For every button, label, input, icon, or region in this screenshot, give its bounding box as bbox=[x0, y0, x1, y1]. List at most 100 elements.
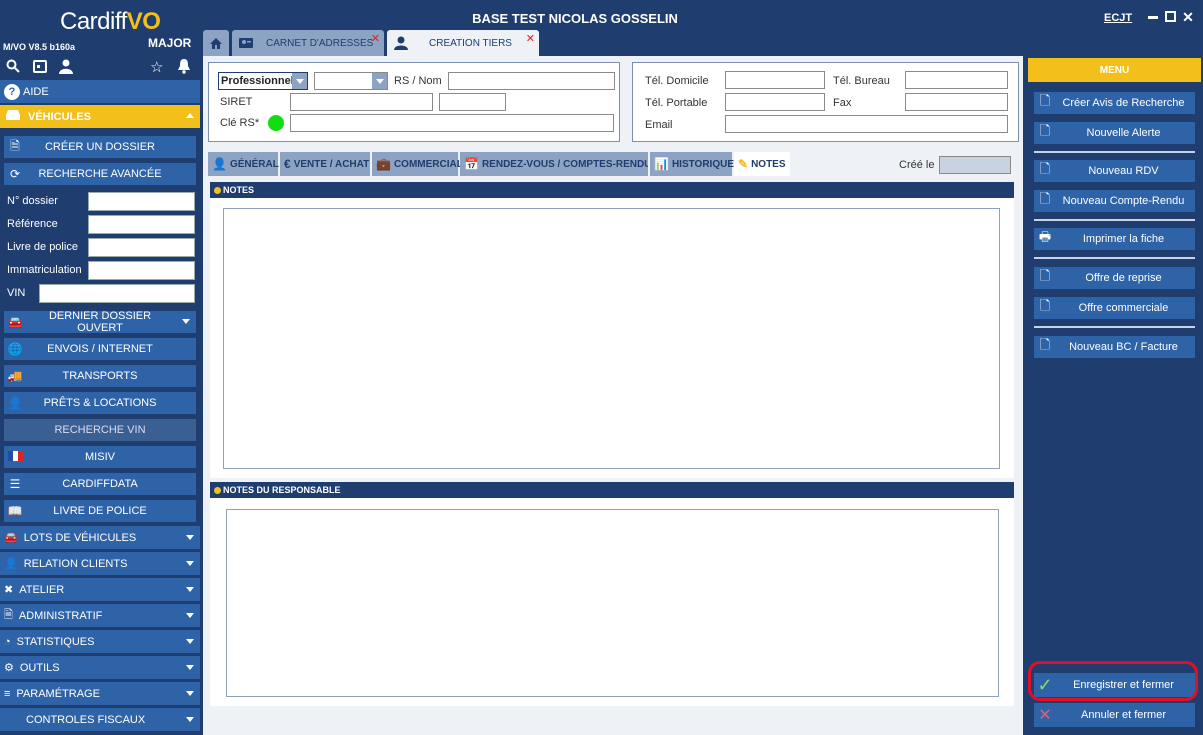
tel-bureau-input[interactable] bbox=[905, 71, 1008, 89]
chevron-down-icon bbox=[186, 639, 194, 644]
search-refresh-icon: ⟳ bbox=[9, 167, 21, 181]
tab-notes[interactable]: ✎ NOTES bbox=[734, 152, 790, 176]
pie-chart-icon: ◔ bbox=[4, 635, 11, 648]
sidebar-section-outils[interactable]: ⚙ OUTILS bbox=[0, 656, 200, 680]
siret-suffix-input[interactable] bbox=[439, 93, 506, 111]
sidebar-section-relation-clients[interactable]: 👤 RELATION CLIENTS bbox=[0, 552, 200, 576]
recherche-avancee-button[interactable]: ⟳ RECHERCHE AVANCÉE bbox=[4, 163, 196, 185]
vin-label: VIN bbox=[7, 287, 26, 299]
livre-police-input[interactable] bbox=[88, 238, 195, 257]
nouveau-rdv-button[interactable]: 🗋 Nouveau RDV bbox=[1034, 160, 1195, 182]
globe-icon: 🌐 bbox=[7, 342, 23, 356]
bullet-icon bbox=[214, 186, 221, 194]
nouveau-bc-facture-button[interactable]: 🗋 Nouveau BC / Facture bbox=[1034, 336, 1195, 358]
creer-avis-button[interactable]: 🗋 Créer Avis de Recherche bbox=[1034, 92, 1195, 114]
reference-label: Référence bbox=[7, 218, 58, 230]
sidebar-section-lots[interactable]: 🚘 LOTS DE VÉHICULES bbox=[0, 526, 200, 550]
tab-creation-tiers[interactable]: CREATION TIERS ✕ bbox=[387, 30, 539, 56]
rs-nom-input[interactable] bbox=[448, 72, 615, 90]
user-link[interactable]: ECJT bbox=[1104, 12, 1132, 24]
offre-reprise-button[interactable]: 🗋 Offre de reprise bbox=[1034, 267, 1195, 289]
add-document-icon: 🗋 bbox=[1039, 268, 1051, 283]
sliders-icon: ≡ bbox=[4, 687, 11, 700]
cle-rs-input[interactable] bbox=[290, 114, 614, 132]
highlight-annotation bbox=[1028, 661, 1198, 701]
chevron-down-icon bbox=[182, 319, 190, 324]
star-icon[interactable]: ☆ bbox=[150, 58, 163, 76]
creer-dossier-button[interactable]: 🗎 CRÉER UN DOSSIER bbox=[4, 136, 196, 158]
envois-internet-button[interactable]: 🌐 ENVOIS / INTERNET bbox=[4, 338, 196, 360]
tab-commercial[interactable]: 💼 COMMERCIAL bbox=[372, 152, 463, 176]
nouveau-compte-rendu-button[interactable]: 🗋 Nouveau Compte-Rendu bbox=[1034, 190, 1195, 212]
book-icon: 📖 bbox=[7, 504, 23, 518]
app-version: M/VO V8.5 b160a bbox=[3, 42, 76, 52]
close-icon[interactable]: ✕ bbox=[1182, 10, 1194, 24]
siret-input[interactable] bbox=[290, 93, 433, 111]
sidebar-section-administratif[interactable]: 🗎 ADMINISTRATIF bbox=[0, 604, 200, 628]
car-icon: 🚘 bbox=[7, 315, 23, 329]
tab-home[interactable] bbox=[203, 30, 229, 56]
car-icon bbox=[4, 109, 22, 124]
n-dossier-label: N° dossier bbox=[7, 195, 58, 207]
misiv-button[interactable]: MISIV bbox=[4, 446, 196, 468]
truck-icon: 🚚 bbox=[7, 369, 23, 383]
recherche-vin-button[interactable]: RECHERCHE VIN bbox=[4, 419, 196, 441]
tab-carnet-adresses[interactable]: CARNET D'ADRESSES ✕ bbox=[232, 30, 384, 56]
logo-subtitle: MAJOR bbox=[148, 36, 192, 50]
cardiffdata-button[interactable]: ☰ CARDIFFDATA bbox=[4, 473, 196, 495]
chevron-down-icon bbox=[186, 717, 194, 722]
user-icon[interactable] bbox=[58, 58, 74, 77]
livre-police-button[interactable]: 📖 LIVRE DE POLICE bbox=[4, 500, 196, 522]
annuler-fermer-button[interactable]: ✕ Annuler et fermer bbox=[1034, 703, 1195, 727]
email-input[interactable] bbox=[725, 115, 1008, 133]
fax-input[interactable] bbox=[905, 93, 1008, 111]
dernier-dossier-button[interactable]: 🚘 DERNIER DOSSIER OUVERT bbox=[4, 310, 196, 334]
vin-input[interactable] bbox=[39, 284, 195, 303]
sidebar-section-parametrage[interactable]: ≡ PARAMÉTRAGE bbox=[0, 682, 200, 706]
menu-header: MENU bbox=[1028, 58, 1201, 82]
maximize-icon[interactable] bbox=[1165, 11, 1176, 22]
bell-icon[interactable] bbox=[176, 58, 192, 77]
sidebar-aide[interactable]: ? AIDE bbox=[0, 80, 200, 104]
euro-icon: € bbox=[284, 157, 291, 171]
reference-input[interactable] bbox=[88, 215, 195, 234]
add-document-icon: 🗋 bbox=[1039, 337, 1051, 352]
offre-commerciale-button[interactable]: 🗋 Offre commerciale bbox=[1034, 297, 1195, 319]
add-document-icon: 🗋 bbox=[1039, 298, 1051, 313]
tools-icon: ✖ bbox=[4, 584, 14, 596]
cars-icon: 🚘 bbox=[4, 532, 18, 544]
transports-button[interactable]: 🚚 TRANSPORTS bbox=[4, 365, 196, 387]
notes-textarea[interactable] bbox=[223, 208, 1000, 469]
chevron-down-icon[interactable] bbox=[292, 73, 307, 89]
immatriculation-input[interactable] bbox=[88, 261, 195, 280]
chevron-down-icon bbox=[186, 535, 194, 540]
n-dossier-input[interactable] bbox=[88, 192, 195, 211]
help-icon: ? bbox=[4, 83, 20, 100]
sidebar-section-vehicules[interactable]: VÉHICULES bbox=[0, 105, 200, 129]
close-tab-icon[interactable]: ✕ bbox=[526, 32, 535, 45]
calendar-icon[interactable] bbox=[33, 59, 47, 76]
close-tab-icon[interactable]: ✕ bbox=[371, 32, 380, 45]
chevron-down-icon[interactable] bbox=[372, 73, 387, 89]
action-menu bbox=[1026, 56, 1203, 735]
siret-label: SIRET bbox=[220, 96, 253, 108]
minimize-icon[interactable] bbox=[1148, 16, 1158, 19]
window-title: BASE TEST NICOLAS GOSSELIN bbox=[472, 11, 678, 26]
sidebar-section-controles-fiscaux[interactable]: CONTROLES FISCAUX bbox=[0, 708, 200, 732]
tab-rendez-vous[interactable]: 📅 RENDEZ-VOUS / COMPTES-RENDUS bbox=[460, 152, 648, 176]
tel-domicile-input[interactable] bbox=[725, 71, 825, 89]
imprimer-fiche-button[interactable]: 🖶 Imprimer la fiche bbox=[1034, 228, 1195, 250]
tab-vente-achat[interactable]: € VENTE / ACHAT bbox=[280, 152, 370, 176]
sidebar-section-atelier[interactable]: ✖ ATELIER bbox=[0, 578, 200, 602]
tab-general[interactable]: 👤 GÉNÉRAL bbox=[208, 152, 279, 176]
menu-separator bbox=[1034, 326, 1195, 328]
tab-historique[interactable]: 📊 HISTORIQUE bbox=[650, 152, 734, 176]
search-icon[interactable] bbox=[6, 59, 20, 76]
prets-locations-button[interactable]: 👤 PRÊTS & LOCATIONS bbox=[4, 392, 196, 414]
tel-portable-input[interactable] bbox=[725, 93, 825, 111]
sidebar-section-statistiques[interactable]: ◔ STATISTIQUES bbox=[0, 630, 200, 654]
notes-responsable-textarea[interactable] bbox=[226, 509, 999, 697]
printer-icon: 🖶 bbox=[1038, 229, 1052, 244]
nouvelle-alerte-button[interactable]: 🗋 Nouvelle Alerte bbox=[1034, 122, 1195, 144]
fax-label: Fax bbox=[833, 97, 852, 109]
